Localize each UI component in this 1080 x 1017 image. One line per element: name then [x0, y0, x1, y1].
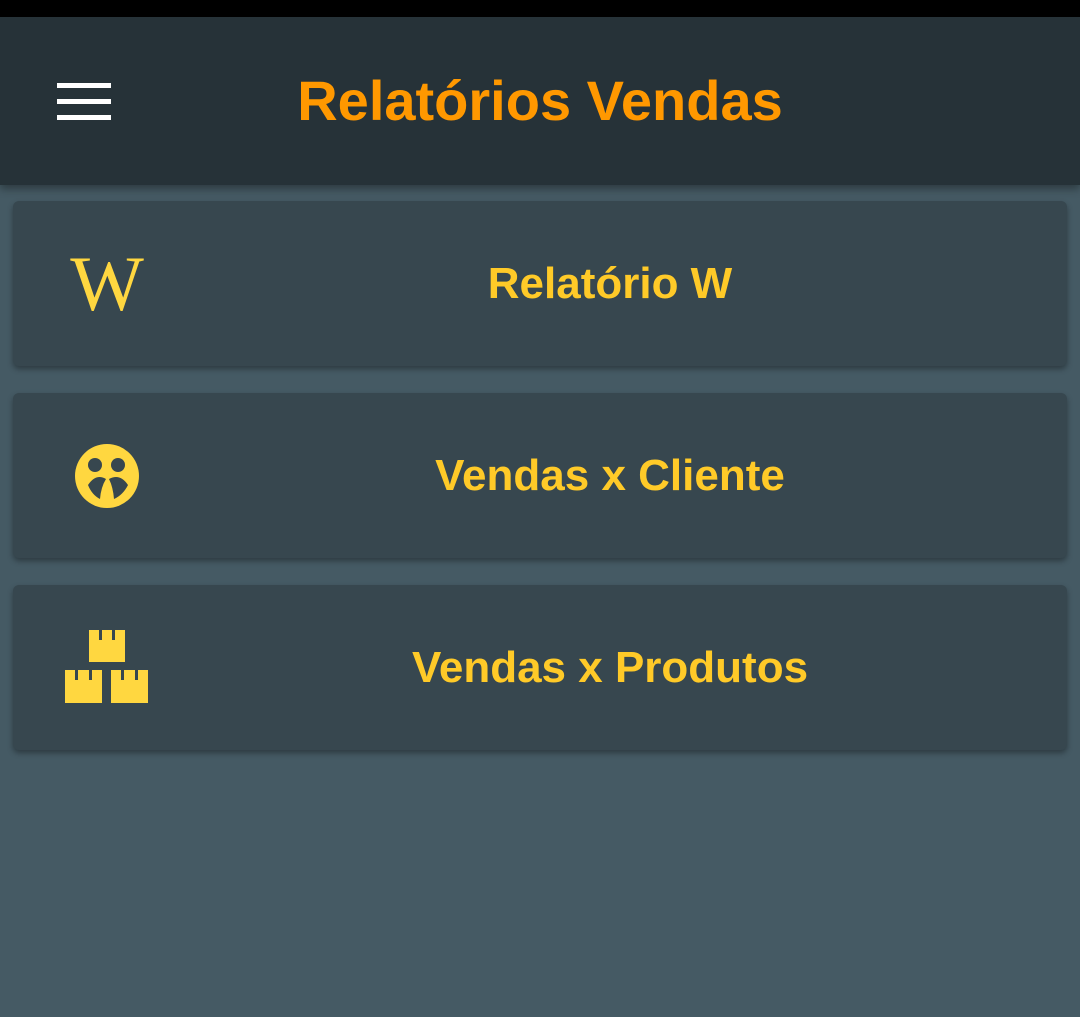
report-item-label: Vendas x Produtos — [411, 642, 809, 692]
wikipedia-w-icon: W — [70, 239, 144, 327]
report-item-label: Relatório W — [487, 258, 733, 308]
report-item-vendas-cliente[interactable]: Vendas x Cliente — [13, 393, 1067, 558]
report-item-vendas-produtos[interactable]: Vendas x Produtos — [13, 585, 1067, 750]
hamburger-menu-icon — [57, 83, 111, 120]
emoticon-face-icon — [59, 428, 155, 524]
status-bar — [0, 0, 1080, 17]
report-item-relatorio-w[interactable]: W Relatório W — [13, 201, 1067, 366]
menu-button[interactable] — [44, 71, 124, 135]
stacked-boxes-icon — [59, 620, 155, 716]
report-item-label: Vendas x Cliente — [435, 450, 785, 500]
app-bar — [0, 17, 1080, 185]
